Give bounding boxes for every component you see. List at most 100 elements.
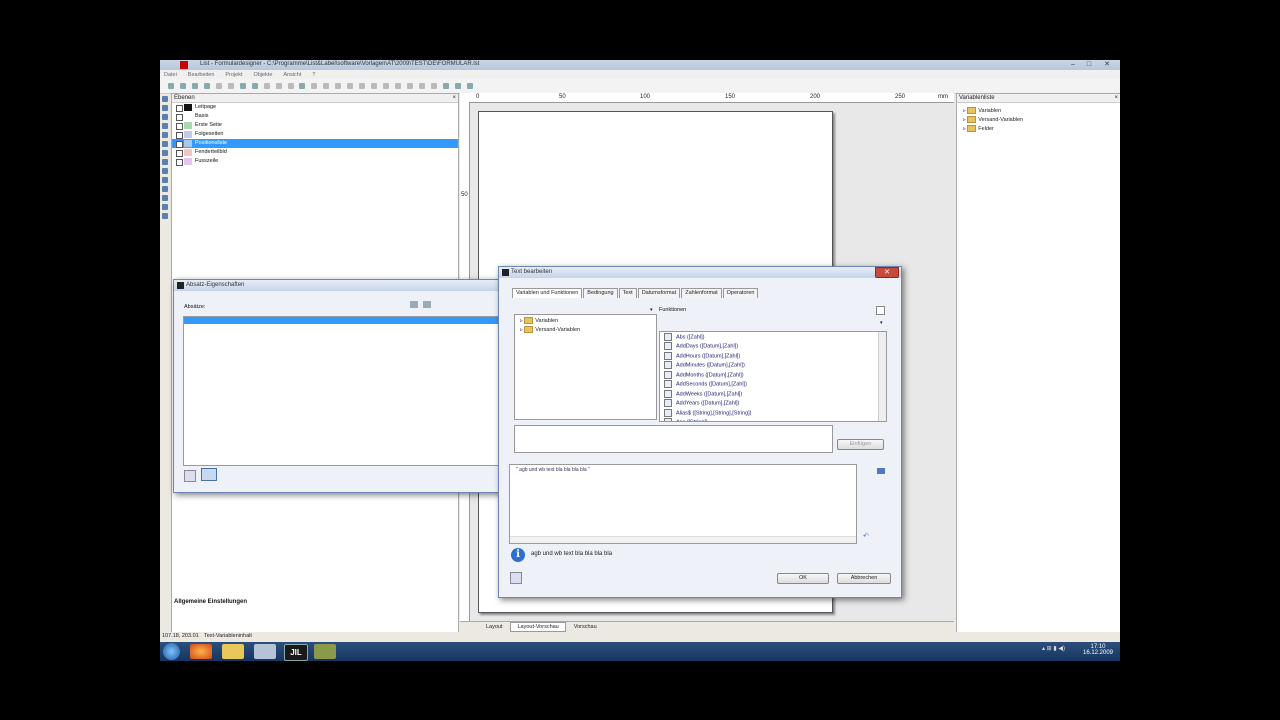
layer-item[interactable]: Folgeseiten — [172, 130, 458, 139]
group-icon[interactable] — [347, 83, 354, 89]
function-item[interactable]: Alias$ ([String],[String],[String]) — [664, 408, 886, 418]
paste-icon[interactable] — [239, 83, 246, 89]
designer-app-icon[interactable] — [314, 644, 336, 659]
open-icon[interactable] — [179, 83, 186, 89]
function-item[interactable]: AddWeeks ([Datum],[Zahl]) — [664, 389, 886, 399]
filter-icon[interactable] — [466, 83, 473, 89]
paragraph-function-icon[interactable] — [184, 470, 196, 482]
tray-icons[interactable]: ▴ ⊞ ▮ ◀) — [1042, 645, 1065, 652]
cut-icon[interactable] — [215, 83, 222, 89]
variables-tree[interactable]: ▹ Variablen ▹ Versand-Variablen — [514, 314, 657, 420]
explorer-icon[interactable] — [222, 644, 244, 659]
new-icon[interactable] — [168, 83, 174, 89]
barcode-tool-icon[interactable] — [162, 150, 168, 156]
align-center-icon[interactable] — [323, 83, 330, 89]
tab-text[interactable]: Text — [618, 288, 637, 298]
tab-preview[interactable]: Vorschau — [568, 623, 603, 631]
new-paragraph-icon[interactable] — [410, 301, 418, 308]
menu-datei[interactable]: Datei — [164, 72, 177, 78]
settings-icon[interactable] — [407, 83, 414, 89]
tree-item-versand-variablen[interactable]: ▹ Versand-Variablen — [963, 116, 1120, 125]
expand-icon[interactable] — [876, 306, 885, 315]
menu-projekt[interactable]: Projekt — [225, 72, 242, 78]
paragraphs-list[interactable] — [183, 316, 505, 466]
function-item[interactable]: AddMinutes ([Datum],[Zahl]) — [664, 361, 886, 370]
functions-filter-dropdown-icon[interactable]: ▾ — [880, 320, 883, 326]
ellipse-tool-icon[interactable] — [162, 132, 168, 138]
tab-operators[interactable]: Operatoren — [722, 288, 759, 298]
function-item[interactable]: Abs ([Zahl]) — [664, 333, 886, 342]
formula-hscrollbar[interactable] — [510, 536, 856, 543]
rectangle-tool-icon[interactable] — [162, 123, 168, 129]
align-right-icon[interactable] — [335, 83, 342, 89]
window-switch-icon[interactable] — [254, 644, 276, 659]
list-item-selected[interactable] — [184, 317, 504, 324]
tab-variables-functions[interactable]: Variablen und Funktionen — [512, 288, 583, 298]
copy-paragraph-icon[interactable] — [423, 301, 431, 308]
variable-list-close-icon[interactable]: × — [1114, 94, 1118, 102]
cancel-button[interactable]: Abbrechen — [837, 573, 891, 584]
undo-icon[interactable]: ↶ — [863, 532, 869, 540]
zoom-out-icon[interactable] — [287, 83, 294, 89]
html-tool-icon[interactable] — [162, 204, 168, 210]
tree-item-variablen[interactable]: ▹ Variablen — [963, 107, 1120, 116]
functions-list[interactable]: Abs ([Zahl]) AddDays ([Datum],[Zahl]) AddH… — [659, 331, 887, 422]
start-button-icon[interactable] — [163, 643, 180, 660]
layer-visible-checkbox[interactable] — [176, 141, 183, 148]
formula-wizard-icon[interactable] — [877, 468, 885, 474]
save-icon[interactable] — [191, 83, 198, 89]
zoom-in-icon[interactable] — [275, 83, 282, 89]
tab-condition[interactable]: Bedingung — [583, 288, 618, 298]
function-item[interactable]: Asc ([String]) — [664, 418, 886, 421]
function-item[interactable]: AddYears ([Datum],[Zahl]) — [664, 399, 886, 408]
layer-item[interactable]: Fenderteilbld — [172, 148, 458, 157]
chart-tool-icon[interactable] — [162, 168, 168, 174]
layer-visible-checkbox[interactable] — [176, 105, 183, 112]
gauge-tool-icon[interactable] — [162, 213, 168, 219]
text-tool-icon[interactable] — [162, 105, 168, 111]
back-icon[interactable] — [383, 83, 390, 89]
tree-item-versand-variablen[interactable]: ▹ Versand-Variablen — [520, 326, 656, 335]
line-tool-icon[interactable] — [162, 114, 168, 120]
menu-ansicht[interactable]: Ansicht — [283, 72, 301, 78]
menu-objekte[interactable]: Objekte — [253, 72, 272, 78]
grid-icon[interactable] — [395, 83, 402, 89]
functions-scrollbar[interactable] — [878, 332, 886, 421]
table-tool-icon[interactable] — [162, 159, 168, 165]
select-tool-icon[interactable] — [162, 96, 168, 102]
refresh-icon[interactable] — [299, 83, 306, 89]
menu-help[interactable]: ? — [312, 72, 315, 78]
layer-item[interactable]: Erste Seite — [172, 121, 458, 130]
maximize-button[interactable]: □ — [1082, 60, 1096, 69]
function-item[interactable]: AddMonths ([Datum],[Zahl]) — [664, 370, 886, 380]
tree-dropdown-icon[interactable]: ▾ — [650, 307, 653, 313]
clock[interactable]: 17:10 16.12.2009 — [1080, 644, 1116, 656]
layer-item[interactable]: Fusszeile — [172, 157, 458, 166]
copy-icon[interactable] — [227, 83, 234, 89]
tab-layout-preview[interactable]: Layout-Vorschau — [510, 622, 566, 632]
align-left-icon[interactable] — [311, 83, 318, 89]
layer-item[interactable]: Leitpage — [172, 103, 458, 112]
ok-button[interactable]: OK — [777, 573, 829, 584]
menu-bearbeiten[interactable]: Bearbeiten — [188, 72, 215, 78]
ungroup-icon[interactable] — [359, 83, 366, 89]
formula-editor[interactable]: " agb und wb text bla bla bla bla " — [509, 464, 857, 544]
layer-visible-checkbox[interactable] — [176, 132, 183, 139]
search-icon[interactable] — [510, 572, 522, 584]
layer-visible-checkbox[interactable] — [176, 123, 183, 130]
help-icon[interactable] — [419, 83, 426, 89]
layer-item[interactable]: Basis — [172, 112, 458, 121]
tree-item-variablen[interactable]: ▹ Variablen — [520, 317, 656, 326]
layers-panel-close-icon[interactable]: × — [452, 94, 456, 102]
function-item[interactable]: AddHours ([Datum],[Zahl]) — [664, 351, 886, 361]
edit-text-close-button[interactable]: ✕ — [875, 267, 899, 278]
window-icon[interactable] — [201, 468, 217, 481]
function-item[interactable]: AddSeconds ([Datum],[Zahl]) — [664, 380, 886, 389]
list-label-app-button[interactable]: JIL — [284, 644, 308, 661]
layer-visible-checkbox[interactable] — [176, 150, 183, 157]
redo-icon[interactable] — [263, 83, 270, 89]
info-icon[interactable] — [430, 83, 437, 89]
crosstab-tool-icon[interactable] — [162, 186, 168, 192]
layer-visible-checkbox[interactable] — [176, 114, 183, 121]
globe-icon[interactable] — [442, 83, 449, 89]
